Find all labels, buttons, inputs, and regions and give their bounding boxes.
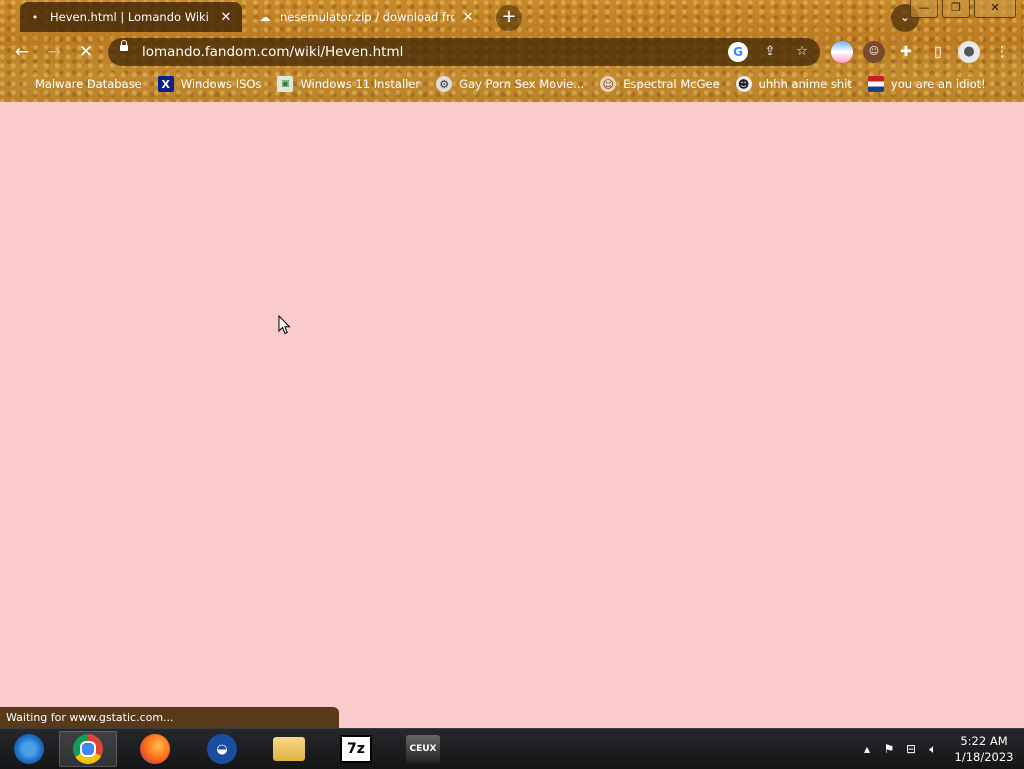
bookmark-windows-11-installer[interactable]: ▣ Windows 11 Installer bbox=[277, 76, 420, 92]
window-controls: — ❐ ✕ bbox=[906, 0, 1016, 18]
windows-orb-icon bbox=[14, 734, 44, 764]
extension-ball-icon[interactable] bbox=[831, 41, 853, 63]
x-logo-icon: X bbox=[157, 76, 174, 92]
gear-icon: ⚙ bbox=[436, 76, 453, 92]
bookmark-label: you are an idiot! bbox=[890, 77, 986, 91]
browser-toolbar: ← → ✕ lomando.fandom.com/wiki/Heven.html… bbox=[0, 34, 1024, 70]
fandom-dot-icon: • bbox=[31, 10, 39, 24]
bookmark-star-icon[interactable]: ☆ bbox=[792, 42, 812, 62]
tab-title: Heven.html | Lomando Wiki | Fandom bbox=[50, 10, 212, 24]
google-lens-icon[interactable]: G bbox=[728, 42, 748, 62]
menu-kebab-icon[interactable]: ⋮ bbox=[991, 41, 1013, 63]
clock-time: 5:22 AM bbox=[960, 734, 1008, 748]
taskbar-ceux[interactable]: CEUX bbox=[394, 731, 452, 767]
network-icon[interactable]: ⊟ bbox=[900, 742, 922, 756]
clock[interactable]: 5:22 AM 1/18/2023 bbox=[944, 733, 1024, 765]
tab-heven[interactable]: • Heven.html | Lomando Wiki | Fandom ✕ bbox=[20, 2, 242, 32]
bookmark-movie[interactable]: ⚙ Gay Porn Sex Movie... bbox=[436, 76, 584, 92]
bookmark-label: uhhh anime shit bbox=[758, 77, 852, 91]
tab-close-icon[interactable]: ✕ bbox=[460, 10, 476, 25]
share-icon[interactable]: ⇪ bbox=[760, 42, 780, 62]
tab-strip: • Heven.html | Lomando Wiki | Fandom ✕ ☁… bbox=[0, 0, 1024, 34]
browser-frame: • Heven.html | Lomando Wiki | Fandom ✕ ☁… bbox=[0, 0, 1024, 102]
firefox-icon bbox=[140, 734, 170, 764]
bookmark-you-are-an-idiot[interactable]: you are an idiot! bbox=[867, 76, 986, 92]
bookmark-windows-isos[interactable]: X Windows ISOs bbox=[157, 76, 262, 92]
profile-avatar-icon[interactable]: ● bbox=[958, 41, 980, 63]
action-center-flag-icon[interactable]: ⚑ bbox=[878, 742, 900, 756]
new-tab-button[interactable]: + bbox=[496, 5, 522, 31]
obama-logo-icon: ◒ bbox=[207, 734, 237, 764]
taskbar-7zip[interactable]: 7z bbox=[327, 731, 385, 767]
taskbar-obama-app[interactable]: ◒ bbox=[193, 731, 251, 767]
minimize-button[interactable]: — bbox=[910, 0, 938, 18]
bookmark-label: Malware Database bbox=[35, 77, 142, 91]
face-icon: ☺ bbox=[600, 76, 617, 92]
cloud-upload-icon: ☁ bbox=[259, 10, 271, 24]
extensions-puzzle-icon[interactable]: ✚ bbox=[895, 41, 917, 63]
bookmark-malware-database[interactable]: Malware Database bbox=[10, 76, 142, 92]
lock-icon[interactable] bbox=[120, 40, 128, 51]
status-bubble: Waiting for www.gstatic.com... bbox=[0, 707, 339, 728]
back-arrow-icon[interactable]: ← bbox=[9, 39, 35, 65]
chrome-icon bbox=[73, 734, 103, 764]
start-button[interactable] bbox=[0, 731, 58, 767]
page-content bbox=[0, 102, 1024, 728]
tab-title: nesemulator.zip / download from bbox=[280, 10, 454, 24]
address-bar[interactable]: lomando.fandom.com/wiki/Heven.html G ⇪ ☆ bbox=[108, 38, 820, 66]
bookmark-espectral-mcgee[interactable]: ☺ Espectral McGee bbox=[600, 76, 720, 92]
bookmark-label: Windows ISOs bbox=[180, 77, 262, 91]
forward-arrow-icon[interactable]: → bbox=[41, 39, 67, 65]
extension-face-icon[interactable]: ☺ bbox=[863, 41, 885, 63]
taskbar: ◒ 7z CEUX ▴ ⚑ ⊟ 🔈︎ 5:22 AM 1/18/2023 bbox=[0, 728, 1024, 769]
show-hidden-icons-arrow-icon[interactable]: ▴ bbox=[856, 742, 878, 756]
flag-icon bbox=[867, 76, 884, 92]
url-text[interactable]: lomando.fandom.com/wiki/Heven.html bbox=[142, 44, 403, 60]
bookmark-label: Windows 11 Installer bbox=[300, 77, 421, 91]
bookmark-anime[interactable]: ☻ uhhh anime shit bbox=[735, 76, 852, 92]
side-panel-icon[interactable]: ▯ bbox=[927, 41, 949, 63]
bookmark-label: Gay Porn Sex Movie... bbox=[459, 77, 585, 91]
taskbar-chrome[interactable] bbox=[59, 731, 117, 767]
blank-bookmark-icon bbox=[10, 76, 28, 92]
bookmarks-bar: Malware Database X Windows ISOs ▣ Window… bbox=[0, 70, 1024, 98]
restore-button[interactable]: ❐ bbox=[942, 0, 970, 18]
image-icon: ▣ bbox=[277, 76, 294, 92]
bookmark-label: Espectral McGee bbox=[623, 77, 720, 91]
system-tray: ▴ ⚑ ⊟ 🔈︎ 5:22 AM 1/18/2023 bbox=[856, 729, 1024, 769]
stop-loading-icon[interactable]: ✕ bbox=[73, 39, 99, 65]
volume-icon[interactable]: 🔈︎ bbox=[922, 742, 944, 757]
tab-close-icon[interactable]: ✕ bbox=[218, 10, 234, 25]
taskbar-file-explorer[interactable] bbox=[260, 731, 318, 767]
7zip-icon: 7z bbox=[340, 735, 372, 763]
folder-icon bbox=[273, 737, 305, 761]
ceux-icon: CEUX bbox=[406, 735, 440, 763]
clock-date: 1/18/2023 bbox=[954, 750, 1014, 764]
anime-face-icon: ☻ bbox=[735, 76, 752, 92]
close-window-button[interactable]: ✕ bbox=[974, 0, 1016, 18]
taskbar-firefox[interactable] bbox=[126, 731, 184, 767]
tab-nesemulator[interactable]: ☁ nesemulator.zip / download from ✕ bbox=[250, 2, 484, 32]
